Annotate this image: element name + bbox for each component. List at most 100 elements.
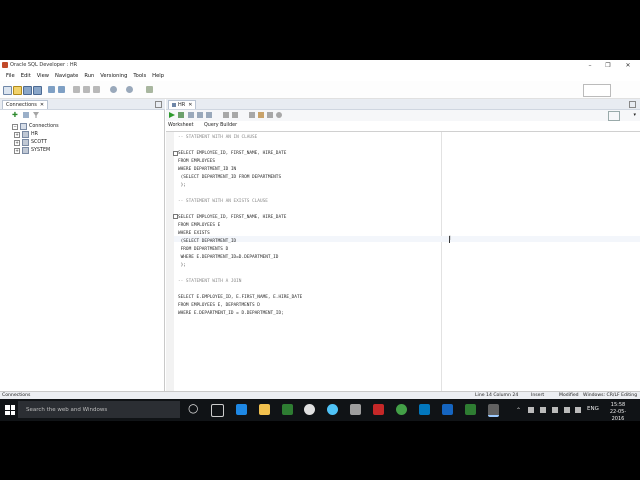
tree-root-label: Connections <box>29 124 59 129</box>
code-line: SELECT EMPLOYEE_ID, FIRST_NAME, HIRE_DAT… <box>178 215 287 220</box>
tree-item-hr[interactable]: + HR <box>14 131 38 138</box>
tray-icon-2[interactable] <box>540 407 546 413</box>
connection-selector[interactable] <box>608 111 620 121</box>
maximize-icon[interactable]: ❐ <box>598 60 618 70</box>
back-icon[interactable] <box>110 86 117 93</box>
tree-item-scott[interactable]: + SCOTT <box>14 139 47 146</box>
editor-panel: HR ✕ ▾ Worksheet Query Builder -- STATEM… <box>166 99 640 391</box>
app-icon-2[interactable] <box>327 404 338 415</box>
file-explorer-icon[interactable] <box>259 404 270 415</box>
folder-icon <box>20 123 27 130</box>
paste-icon[interactable] <box>93 86 100 93</box>
close-tab-icon[interactable]: ✕ <box>188 102 192 108</box>
app-icon-4[interactable] <box>373 404 384 415</box>
explain-plan-icon[interactable] <box>206 112 212 118</box>
editor-tab-bar: HR ✕ <box>166 99 640 110</box>
code-line: -- STATEMENT WITH AN IN CLAUSE <box>178 135 258 140</box>
sql-developer-icon[interactable] <box>488 404 499 417</box>
tree-item-label: SYSTEM <box>31 148 51 153</box>
collapse-icon[interactable]: − <box>12 123 18 130</box>
windows-start-icon[interactable] <box>5 405 15 415</box>
tuning-icon[interactable] <box>276 112 282 118</box>
menu-versioning[interactable]: Versioning <box>100 73 127 79</box>
save-all-icon[interactable] <box>33 86 42 95</box>
tab-query-builder[interactable]: Query Builder <box>204 123 237 128</box>
store-icon[interactable] <box>282 404 293 415</box>
app-icon-1[interactable] <box>304 404 315 415</box>
code-line: -- STATEMENT WITH A JOIN <box>178 279 242 284</box>
language-indicator[interactable]: ENG <box>587 406 599 412</box>
format-icon[interactable] <box>258 112 264 118</box>
menu-tools[interactable]: Tools <box>133 73 146 79</box>
search-input[interactable] <box>583 84 611 97</box>
minimize-panel-icon[interactable] <box>155 101 162 108</box>
new-file-icon[interactable] <box>3 86 12 95</box>
connections-panel: Connections ✕ ✚ − Connections + HR + SCO… <box>0 99 165 391</box>
commit-icon[interactable] <box>188 112 194 118</box>
run-statement-icon[interactable] <box>169 112 175 118</box>
main-toolbar <box>0 81 640 99</box>
expand-icon[interactable]: + <box>14 147 20 154</box>
tray-chevron-icon[interactable]: ⌃ <box>516 407 521 414</box>
connections-tab[interactable]: Connections ✕ <box>2 100 49 109</box>
chrome-icon[interactable] <box>396 404 407 415</box>
close-icon[interactable]: ✕ <box>618 60 638 70</box>
menu-bar: File Edit View Navigate Run Versioning T… <box>0 70 640 81</box>
cut-icon[interactable] <box>73 86 80 93</box>
find-icon[interactable] <box>267 112 273 118</box>
editor-tab-hr[interactable]: HR ✕ <box>168 100 197 109</box>
taskbar-search-input[interactable]: Search the web and Windows <box>18 401 180 418</box>
copy-icon[interactable] <box>83 86 90 93</box>
history-icon[interactable] <box>249 112 255 118</box>
task-view-icon[interactable] <box>211 404 224 417</box>
add-connection-icon[interactable]: ✚ <box>12 112 18 119</box>
clear-icon[interactable] <box>232 112 238 118</box>
menu-run[interactable]: Run <box>84 73 94 79</box>
open-folder-icon[interactable] <box>13 86 22 95</box>
excel-icon[interactable] <box>465 404 476 415</box>
tree-root-connections[interactable]: − Connections <box>12 123 59 130</box>
forward-icon[interactable] <box>126 86 133 93</box>
app-icon-3[interactable] <box>350 404 361 415</box>
menu-edit[interactable]: Edit <box>21 73 31 79</box>
code-line: WHERE DEPARTMENT_ID IN <box>178 167 237 172</box>
menu-file[interactable]: File <box>6 73 15 79</box>
microphone-icon[interactable]: ○ <box>188 402 198 414</box>
rollback-icon[interactable] <box>197 112 203 118</box>
menu-help[interactable]: Help <box>152 73 164 79</box>
minimize-panel-icon[interactable] <box>629 101 636 108</box>
app-icon-5[interactable] <box>419 404 430 415</box>
expand-icon[interactable]: + <box>14 139 20 146</box>
clock[interactable]: 15:58 22-05-2016 <box>604 402 632 423</box>
wifi-icon[interactable] <box>564 407 570 413</box>
status-encoding: Windows: CR/LF Editing <box>583 393 638 398</box>
volume-icon[interactable] <box>575 407 581 413</box>
code-line: ); <box>178 183 186 188</box>
sql-icon[interactable] <box>146 86 153 93</box>
code-editor[interactable]: -- STATEMENT WITH AN IN CLAUSE SELECT EMP… <box>166 132 640 391</box>
code-line: -- STATEMENT WITH AN EXISTS CLAUSE <box>178 199 268 204</box>
refresh-icon[interactable] <box>23 112 29 118</box>
tree-item-label: SCOTT <box>31 140 47 145</box>
redo-icon[interactable] <box>58 86 65 93</box>
code-line: SELECT EMPLOYEE_ID, FIRST_NAME, HIRE_DAT… <box>178 151 287 156</box>
save-icon[interactable] <box>23 86 32 95</box>
menu-view[interactable]: View <box>37 73 49 79</box>
tree-item-system[interactable]: + SYSTEM <box>14 147 50 154</box>
close-tab-icon[interactable]: ✕ <box>40 102 44 108</box>
undo-icon[interactable] <box>48 86 55 93</box>
run-script-icon[interactable] <box>178 112 184 118</box>
tree-item-label: HR <box>31 132 38 137</box>
minimize-icon[interactable]: – <box>580 60 600 70</box>
expand-icon[interactable]: + <box>14 131 20 138</box>
battery-icon[interactable] <box>552 407 558 413</box>
tray-icon-1[interactable] <box>528 407 534 413</box>
status-position: Line 14 Column 24 <box>475 393 519 398</box>
app-icon-6[interactable] <box>442 404 453 415</box>
tab-worksheet[interactable]: Worksheet <box>168 123 193 128</box>
autotrace-icon[interactable] <box>223 112 229 118</box>
menu-navigate[interactable]: Navigate <box>55 73 78 79</box>
chevron-down-icon[interactable]: ▾ <box>633 113 636 118</box>
edge-icon[interactable] <box>236 404 247 415</box>
filter-icon[interactable] <box>33 112 39 118</box>
